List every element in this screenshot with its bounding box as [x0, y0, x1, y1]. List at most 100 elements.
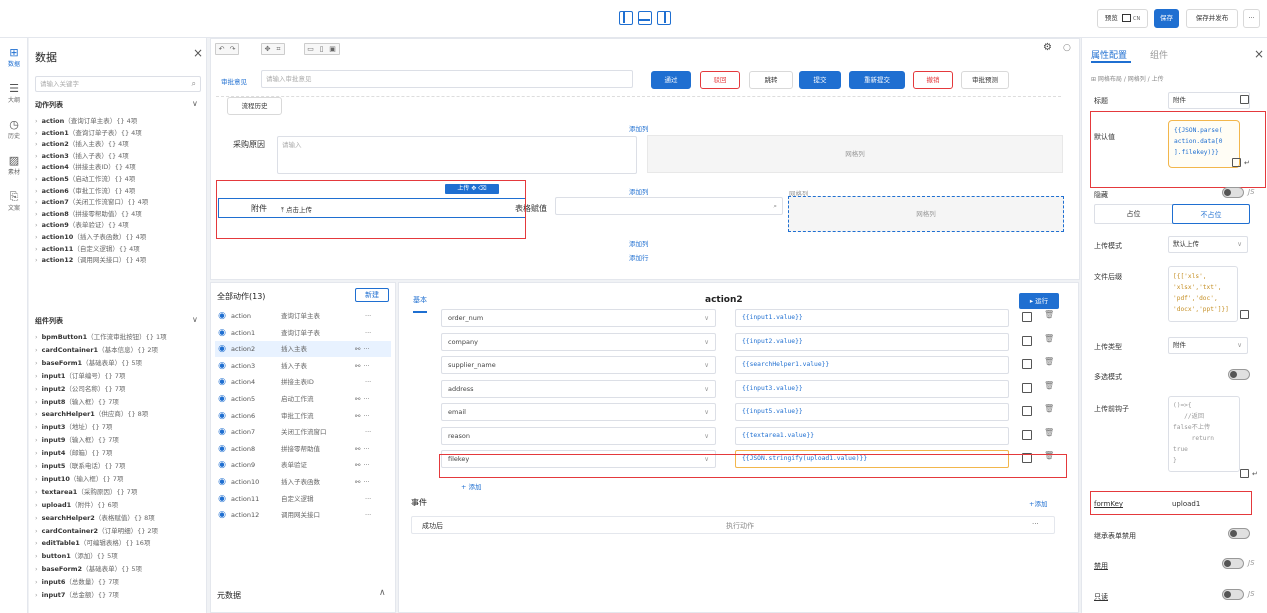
- param-field-select[interactable]: supplier_name ∨: [441, 356, 716, 374]
- rail-item-copy[interactable]: ⎘ 文案: [0, 190, 28, 212]
- delete-icon[interactable]: 🗑: [1044, 404, 1054, 413]
- chevron-down-icon[interactable]: ∨: [192, 99, 198, 108]
- action-more[interactable]: ⚯ ···: [355, 341, 370, 357]
- expand-icon[interactable]: [1022, 429, 1032, 440]
- expand-icon[interactable]: [1022, 335, 1032, 346]
- layout-bottom-icon[interactable]: [638, 11, 652, 25]
- rail-item-material[interactable]: ▨ 素材: [0, 154, 28, 176]
- param-value-input[interactable]: {{input3.value}}: [735, 379, 1009, 398]
- multi-mode-toggle[interactable]: [1228, 369, 1250, 380]
- action-row[interactable]: ◉ action4 拼接主表ID ···: [215, 374, 391, 390]
- param-value-input[interactable]: {{input5.value}}: [735, 403, 1009, 421]
- upload-type-select[interactable]: 附件 ∨: [1168, 337, 1248, 354]
- event-more-button[interactable]: ···: [1032, 520, 1039, 528]
- action-more[interactable]: ···: [355, 325, 371, 341]
- resubmit-button[interactable]: 重新提交: [849, 71, 905, 89]
- undo-redo-toolbar[interactable]: ↶ ↷: [215, 43, 239, 55]
- action-row[interactable]: ◉ action7 关闭工作流窗口 ···: [215, 424, 391, 440]
- tree-item[interactable]: › action（查询订单主表）{} 4项: [35, 116, 205, 127]
- layout-right-icon[interactable]: [657, 11, 671, 25]
- mobile-icon[interactable]: ▯: [316, 44, 327, 54]
- tree-item[interactable]: › action12（调用网关接口）{} 4项: [35, 255, 205, 266]
- expand-icon[interactable]: [1022, 406, 1032, 416]
- tree-item[interactable]: › action3（插入子表）{} 4项: [35, 151, 205, 162]
- tree-item[interactable]: › action4（拼接主表ID）{} 4项: [35, 162, 205, 173]
- tree-item[interactable]: › button1（添加）{} 5项: [35, 551, 205, 562]
- tree-item[interactable]: › cardContainer2（订单明细）{} 2项: [35, 526, 205, 537]
- expand-icon[interactable]: [1232, 158, 1241, 167]
- action-more[interactable]: ⚯ ···: [355, 391, 370, 407]
- add-param-link[interactable]: + 添加: [461, 481, 482, 491]
- chevron-up-icon[interactable]: ∧: [379, 588, 386, 598]
- add-column-link[interactable]: 添加列: [629, 238, 649, 248]
- close-icon[interactable]: ×: [193, 46, 203, 60]
- param-value-input[interactable]: {{input1.value}}: [735, 309, 1009, 327]
- tree-item[interactable]: › editTable1（可编辑表格）{} 16项: [35, 538, 205, 549]
- param-value-input[interactable]: {{textarea1.value}}: [735, 426, 1009, 445]
- redo-icon[interactable]: ↷: [227, 44, 238, 54]
- submit-button[interactable]: 提交: [799, 71, 841, 89]
- title-prop-input[interactable]: 附件: [1168, 92, 1250, 109]
- flow-history-button[interactable]: 流程历史: [227, 97, 282, 115]
- desktop-icon[interactable]: ▭: [305, 44, 316, 54]
- action-more[interactable]: ···: [355, 424, 371, 440]
- rail-item-outline[interactable]: ☰ 大纲: [0, 82, 28, 104]
- delete-icon[interactable]: 🗑: [1044, 357, 1054, 366]
- tablet-icon[interactable]: ▣: [327, 44, 338, 54]
- revoke-button[interactable]: 撤销: [913, 71, 953, 89]
- action-row[interactable]: ◉ action3 插入子表 ⚯ ···: [215, 358, 391, 374]
- tree-item[interactable]: › searchHelper2（表格赋值）{} 8项: [35, 513, 205, 524]
- hidden-toggle[interactable]: [1222, 187, 1244, 198]
- file-suffix-editor[interactable]: [{['xls', 'xlsx','txt', 'pdf','doc', 'do…: [1168, 266, 1238, 322]
- search-input[interactable]: 请输入关键字 ⌕: [35, 76, 201, 92]
- tree-item[interactable]: › baseForm2（基础表单）{} 5项: [35, 564, 205, 575]
- delete-icon[interactable]: 🗑: [1044, 334, 1054, 343]
- tab-basic[interactable]: 基本: [413, 295, 427, 313]
- more-button[interactable]: ···: [1243, 9, 1260, 28]
- tab-components[interactable]: 组件: [1150, 48, 1168, 61]
- return-icon[interactable]: ↵: [1252, 470, 1258, 478]
- tree-item[interactable]: › input6（总数量）{} 7项: [35, 577, 205, 588]
- action-more[interactable]: ⚯ ···: [355, 358, 370, 374]
- table-assign-input[interactable]: ⌕: [555, 197, 783, 215]
- action-more[interactable]: ···: [355, 507, 371, 523]
- tree-item[interactable]: › input10（输入框）{} 7项: [35, 474, 205, 485]
- action-row[interactable]: ◉ action10 插入子表函数 ⚯ ···: [215, 474, 391, 490]
- return-icon[interactable]: ↵: [1244, 159, 1250, 167]
- action-more[interactable]: ⚯ ···: [355, 457, 370, 473]
- tree-item[interactable]: › action5（启动工作流）{} 4项: [35, 174, 205, 185]
- reason-textarea[interactable]: 请输入: [277, 136, 637, 174]
- tree-item[interactable]: › input8（输入框）{} 7项: [35, 397, 205, 408]
- param-value-input[interactable]: {{searchHelper1.value}}: [735, 356, 1009, 374]
- preview-button[interactable]: 预览 CN: [1097, 9, 1148, 28]
- grid-column[interactable]: 网格列: [788, 196, 1064, 232]
- action-row[interactable]: ◉ action 查询订单主表 ···: [215, 308, 391, 324]
- tree-item[interactable]: › action1（查询订单子表）{} 4项: [35, 128, 205, 139]
- js-icon[interactable]: JS: [1248, 559, 1255, 567]
- action-row[interactable]: ◉ action8 拼接零帮助值 ⚯ ···: [215, 441, 391, 457]
- add-column-link[interactable]: 添加列: [629, 186, 649, 196]
- grid-column[interactable]: 网格列: [647, 135, 1063, 173]
- add-row-link[interactable]: 添加行: [629, 252, 649, 262]
- action-row[interactable]: ◉ action5 启动工作流 ⚯ ···: [215, 391, 391, 407]
- action-row[interactable]: ◉ action1 查询订单子表 ···: [215, 325, 391, 341]
- action-more[interactable]: ⚯ ···: [355, 408, 370, 424]
- expand-icon[interactable]: [1022, 312, 1032, 322]
- tree-item[interactable]: › baseForm1（基础表单）{} 5项: [35, 358, 205, 369]
- formkey-value[interactable]: upload1: [1172, 500, 1200, 508]
- tree-item[interactable]: › input5（联系电话）{} 7项: [35, 461, 205, 472]
- tree-item[interactable]: › action10（插入子表函数）{} 4项: [35, 232, 205, 243]
- upload-mode-select[interactable]: 默认上传 ∨: [1168, 236, 1248, 253]
- action-more[interactable]: ⚯ ···: [355, 474, 370, 490]
- new-action-button[interactable]: 新建: [355, 288, 389, 302]
- default-value-editor[interactable]: {{JSON.parse( action.data[0 ].filekey)}}: [1168, 120, 1240, 168]
- delete-icon[interactable]: 🗑: [1044, 428, 1054, 437]
- param-field-select[interactable]: company ∨: [441, 332, 716, 351]
- tree-item[interactable]: › textarea1（采购原因）{} 7项: [35, 487, 205, 498]
- action-row[interactable]: ◉ action12 调用网关接口 ···: [215, 507, 391, 523]
- tree-item[interactable]: › action6（审批工作流）{} 4项: [35, 186, 205, 197]
- jump-button[interactable]: 跳转: [749, 71, 793, 89]
- action-more[interactable]: ···: [355, 308, 371, 324]
- undo-icon[interactable]: ↶: [216, 44, 227, 54]
- move-icon[interactable]: ✥: [262, 44, 273, 54]
